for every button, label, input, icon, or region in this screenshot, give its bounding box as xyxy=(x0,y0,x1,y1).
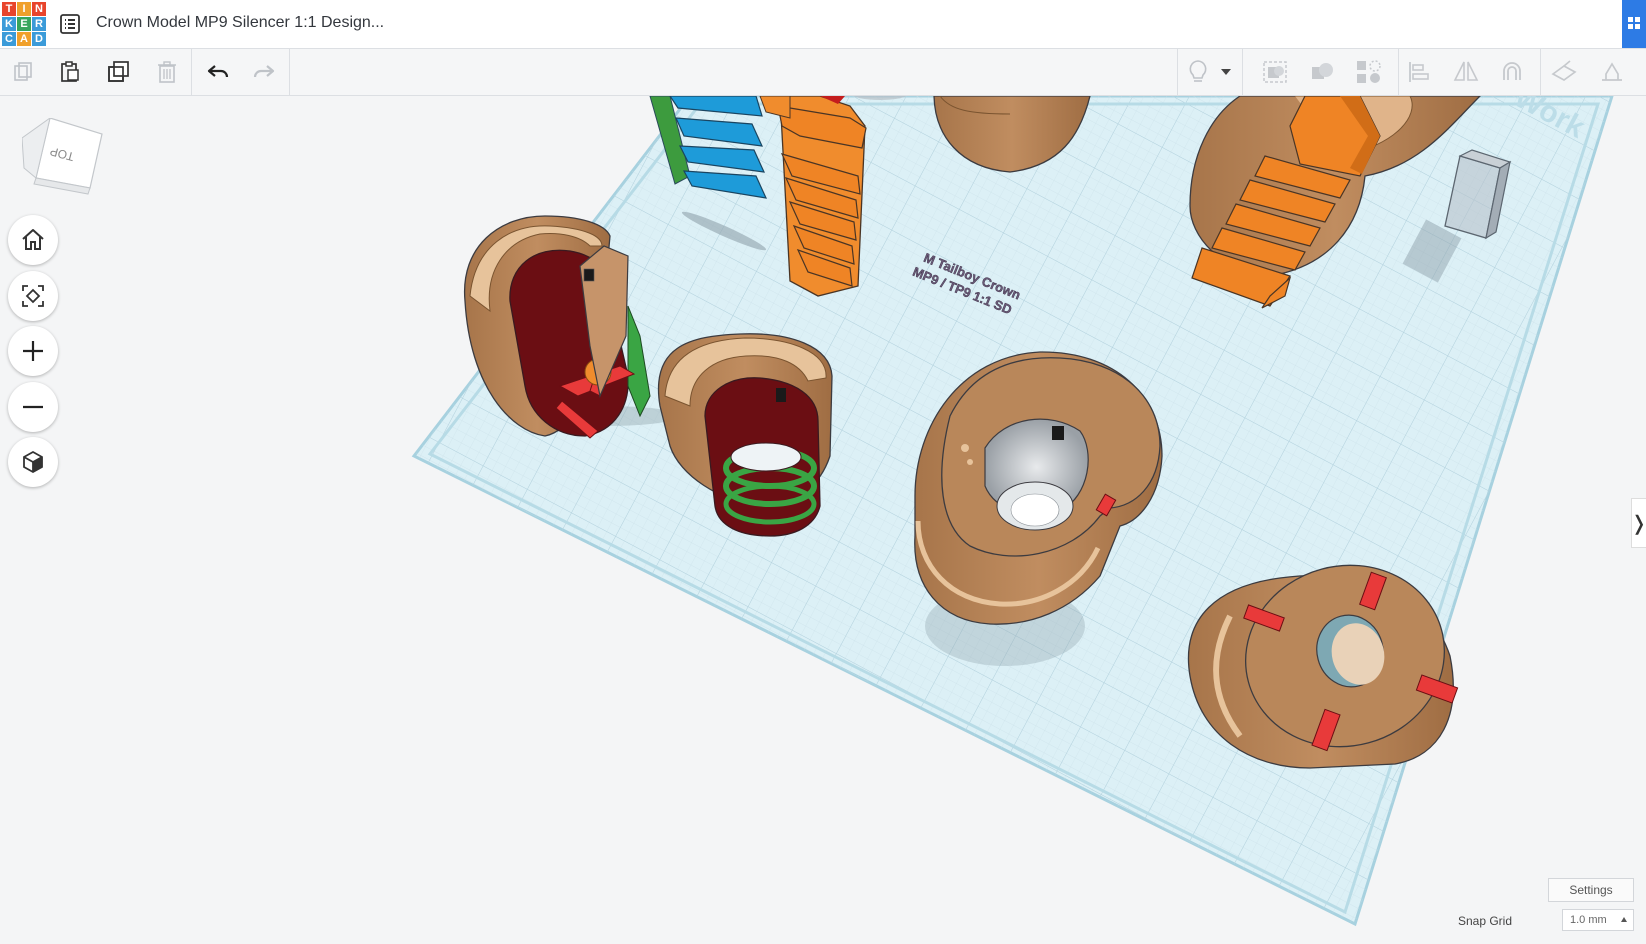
snap-grid-select[interactable]: 1.0 mm xyxy=(1562,909,1634,931)
tinkercad-logo[interactable]: T I N K E R C A D xyxy=(2,2,46,46)
lightbulb-icon[interactable] xyxy=(1183,57,1213,87)
mirror-icon[interactable] xyxy=(1451,57,1481,87)
copy-icon[interactable] xyxy=(8,57,38,87)
ruler-icon[interactable] xyxy=(1597,57,1627,87)
view-cube[interactable]: TOP xyxy=(21,116,104,205)
user-menu-button[interactable] xyxy=(1622,0,1646,48)
design-list-icon[interactable] xyxy=(58,12,82,36)
design-title[interactable]: Crown Model MP9 Silencer 1:1 Design... xyxy=(96,14,384,32)
fit-view-button[interactable] xyxy=(8,271,58,321)
logo-letter: E xyxy=(17,17,31,31)
chevron-up-icon xyxy=(1621,917,1627,922)
logo-letter: R xyxy=(32,17,46,31)
cruise-icon[interactable] xyxy=(1497,57,1527,87)
redo-icon[interactable] xyxy=(249,57,279,87)
header-bar: T I N K E R C A D Crown Model MP9 Silenc… xyxy=(0,0,1646,49)
align-icon[interactable] xyxy=(1404,57,1434,87)
group-icon[interactable] xyxy=(1260,57,1290,87)
home-view-button[interactable] xyxy=(8,215,58,265)
zoom-in-icon xyxy=(23,341,43,361)
settings-button[interactable]: Settings xyxy=(1548,878,1634,902)
panel-toggle-button[interactable]: ❭ xyxy=(1631,498,1646,548)
logo-letter: A xyxy=(17,32,31,46)
logo-letter: I xyxy=(17,2,31,16)
logo-letter: C xyxy=(2,32,16,46)
paste-icon[interactable] xyxy=(55,57,85,87)
workplane-icon[interactable] xyxy=(1549,57,1579,87)
fit-view-icon xyxy=(22,285,44,307)
delete-icon[interactable] xyxy=(152,57,182,87)
logo-letter: D xyxy=(32,32,46,46)
ungroup-icon[interactable] xyxy=(1307,57,1337,87)
home-icon xyxy=(22,229,44,250)
logo-letter: T xyxy=(2,2,16,16)
logo-letter: N xyxy=(32,2,46,16)
duplicate-icon[interactable] xyxy=(104,57,134,87)
scene-canvas[interactable]: Work M Tailboy Crown MP9 / TP9 1:1 SD xyxy=(0,96,1646,944)
zoom-in-button[interactable] xyxy=(8,326,58,376)
zoom-out-button[interactable] xyxy=(8,382,58,432)
edit-toolbar xyxy=(0,49,1646,96)
snap-grid-label: Snap Grid xyxy=(1457,914,1512,928)
logo-letter: K xyxy=(2,17,16,31)
perspective-icon xyxy=(23,450,43,474)
chevron-right-icon: ❭ xyxy=(1630,512,1646,535)
undo-icon[interactable] xyxy=(203,57,233,87)
3d-viewport[interactable]: Work M Tailboy Crown MP9 / TP9 1:1 SD TO… xyxy=(0,96,1646,944)
zoom-out-icon xyxy=(23,405,43,409)
perspective-button[interactable] xyxy=(8,437,58,487)
chevron-down-icon[interactable] xyxy=(1218,57,1234,87)
hole-icon[interactable] xyxy=(1354,57,1384,87)
snap-grid-value: 1.0 mm xyxy=(1570,914,1607,926)
